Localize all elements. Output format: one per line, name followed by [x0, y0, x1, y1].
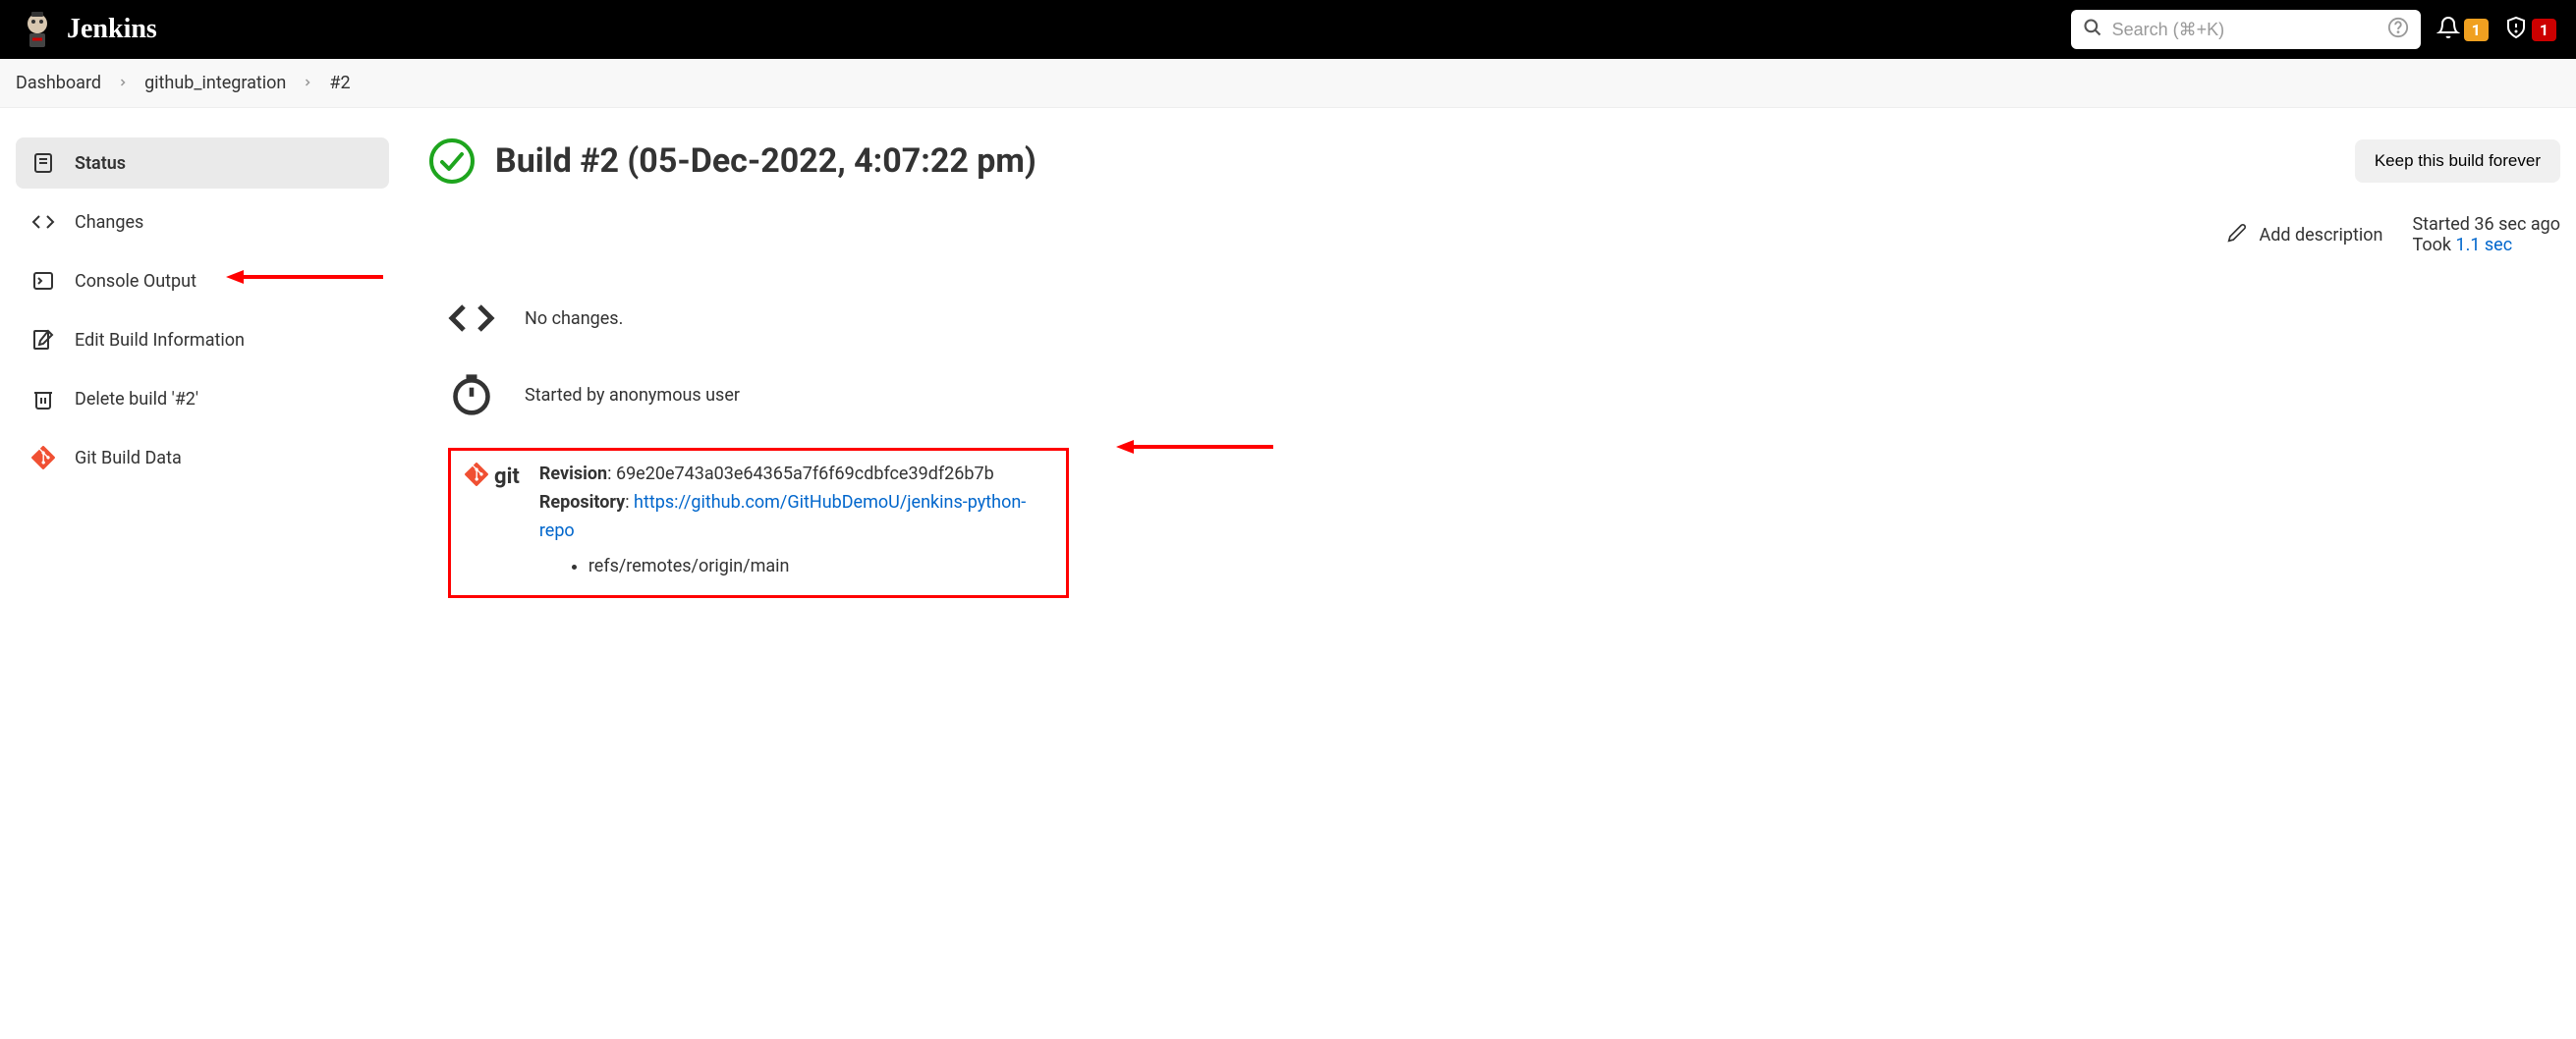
alerts[interactable]: 1 [2504, 16, 2556, 43]
search-input[interactable] [2112, 20, 2378, 40]
sidebar-item-git[interactable]: Git Build Data [16, 432, 389, 483]
git-logo: git [465, 463, 520, 490]
header: Jenkins 1 [0, 0, 2576, 59]
annotation-arrow-icon [226, 267, 383, 287]
chevron-right-icon [117, 73, 129, 93]
edit-icon [31, 328, 55, 352]
changes-icon [31, 210, 55, 234]
breadcrumb-build[interactable]: #2 [329, 73, 350, 93]
meta-row: Add description Started 36 sec ago Took … [428, 214, 2560, 255]
header-right: 1 1 [2071, 10, 2556, 49]
sidebar-item-delete[interactable]: Delete build '#2' [16, 373, 389, 424]
no-changes-text: No changes. [525, 308, 623, 329]
sidebar-item-label: Delete build '#2' [75, 389, 198, 410]
timer-icon [448, 371, 495, 418]
bell-icon [2436, 16, 2460, 43]
status-icon [31, 151, 55, 175]
code-icon [448, 295, 495, 342]
sidebar-item-label: Git Build Data [75, 448, 182, 468]
console-icon [31, 269, 55, 293]
chevron-right-icon [302, 73, 313, 93]
git-revision-row: Revision: 69e20e743a03e64365a7f6f69cdbfc… [539, 461, 1052, 489]
git-ref: refs/remotes/origin/main [588, 553, 1052, 581]
pencil-icon [2227, 223, 2247, 247]
git-repository-row: Repository: https://github.com/GitHubDem… [539, 489, 1052, 546]
title-row: Build #2 (05-Dec-2022, 4:07:22 pm) Keep … [428, 137, 2560, 185]
main: Build #2 (05-Dec-2022, 4:07:22 pm) Keep … [428, 137, 2560, 598]
add-description-button[interactable]: Add description [2227, 223, 2382, 247]
annotation-arrow-icon [1116, 437, 1273, 457]
search-box[interactable] [2071, 10, 2421, 49]
sidebar: Status Changes Console Output Edit Build… [16, 137, 389, 598]
jenkins-logo-icon[interactable] [20, 10, 55, 49]
success-check-icon [428, 137, 476, 185]
trash-icon [31, 387, 55, 410]
started-text: Started 36 sec ago [2412, 214, 2560, 235]
detail-cause: Started by anonymous user [448, 371, 2560, 418]
details: No changes. Started by anonymous user gi… [448, 295, 2560, 598]
sidebar-item-label: Changes [75, 212, 143, 233]
git-revision-value: 69e20e743a03e64365a7f6f69cdbfce39df26b7b [616, 464, 994, 484]
started-by-text: Started by anonymous user [525, 385, 740, 406]
took-text: Took 1.1 sec [2412, 235, 2560, 255]
notifications[interactable]: 1 [2436, 16, 2489, 43]
git-icon [31, 446, 55, 469]
time-info: Started 36 sec ago Took 1.1 sec [2412, 214, 2560, 255]
git-content: Revision: 69e20e743a03e64365a7f6f69cdbfc… [539, 461, 1052, 581]
duration-link[interactable]: 1.1 sec [2455, 235, 2512, 255]
search-icon [2083, 18, 2102, 41]
sidebar-item-label: Edit Build Information [75, 330, 245, 351]
sidebar-item-edit[interactable]: Edit Build Information [16, 314, 389, 365]
sidebar-item-status[interactable]: Status [16, 137, 389, 189]
help-icon[interactable] [2387, 17, 2409, 42]
build-title: Build #2 (05-Dec-2022, 4:07:22 pm) [495, 141, 1036, 181]
keep-build-button[interactable]: Keep this build forever [2355, 139, 2560, 183]
breadcrumbs: Dashboard github_integration #2 [0, 59, 2576, 108]
detail-changes: No changes. [448, 295, 2560, 342]
notification-badge: 1 [2464, 19, 2489, 41]
breadcrumb-dashboard[interactable]: Dashboard [16, 73, 101, 93]
sidebar-item-label: Status [75, 153, 126, 174]
header-left: Jenkins [20, 10, 157, 49]
git-build-data: git Revision: 69e20e743a03e64365a7f6f69c… [448, 448, 1069, 598]
shield-alert-icon [2504, 16, 2528, 43]
content: Status Changes Console Output Edit Build… [0, 108, 2576, 628]
alert-badge: 1 [2532, 19, 2556, 41]
breadcrumb-project[interactable]: github_integration [144, 73, 286, 93]
add-description-label: Add description [2259, 225, 2382, 246]
app-name[interactable]: Jenkins [67, 14, 157, 45]
sidebar-item-changes[interactable]: Changes [16, 196, 389, 247]
title-left: Build #2 (05-Dec-2022, 4:07:22 pm) [428, 137, 1036, 185]
sidebar-item-label: Console Output [75, 271, 196, 292]
git-icon [465, 463, 488, 490]
git-logo-text: git [494, 465, 520, 489]
